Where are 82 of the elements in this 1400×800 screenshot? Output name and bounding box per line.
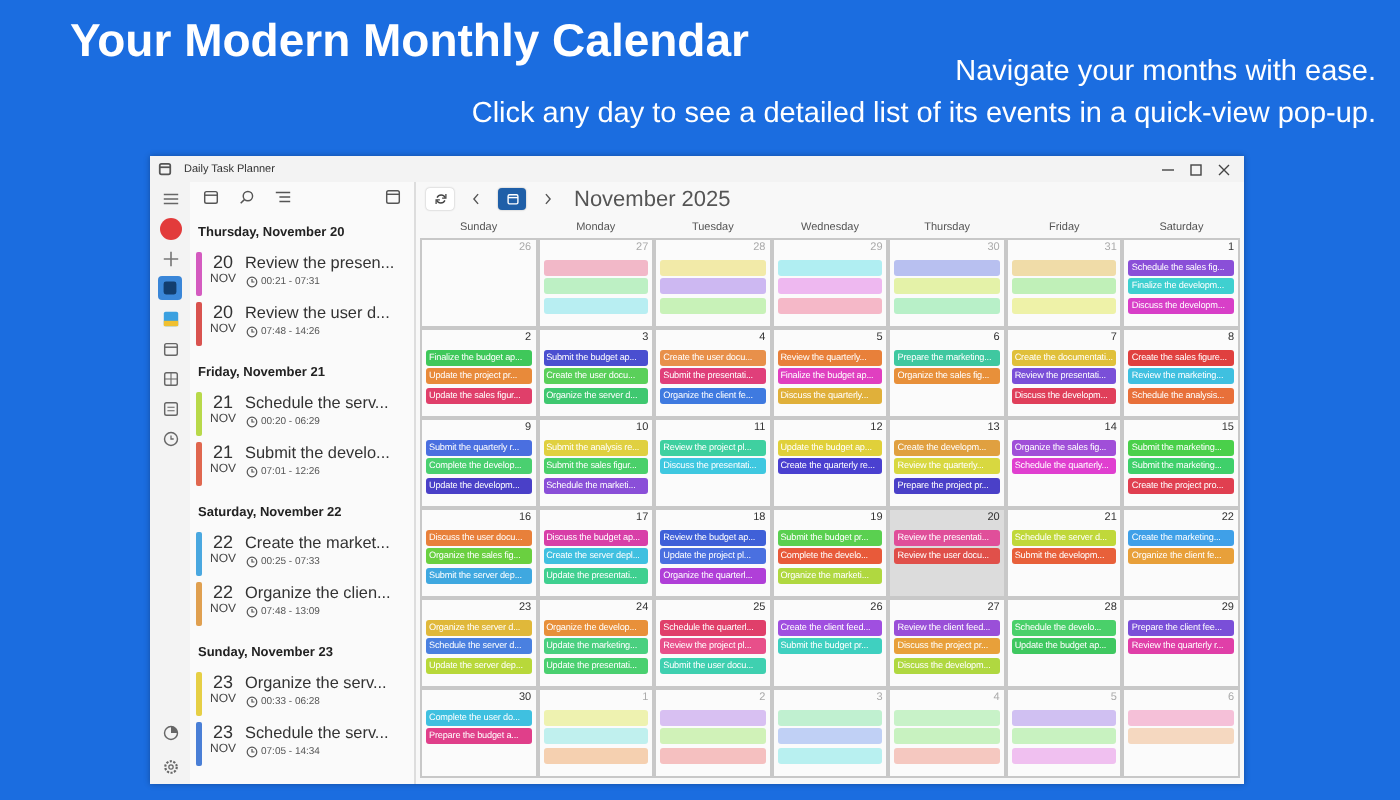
clock-icon [245,606,257,618]
event-chip[interactable] [1011,747,1117,763]
event-chip[interactable] [777,278,883,294]
chevron-right-icon [542,192,554,206]
refresh-button[interactable] [426,188,454,210]
event-chip[interactable] [543,278,649,294]
event-chip[interactable] [660,278,766,294]
day-number: 20 [212,252,233,273]
chevron-left-icon [470,192,482,206]
event-chip[interactable] [660,709,766,725]
task-title: Organize the clien... [245,582,391,604]
clock-icon [245,466,257,478]
event-chip[interactable] [660,728,766,744]
task-title: Submit the develo... [245,442,390,464]
search-icon[interactable] [238,188,256,206]
day-number: 23 [212,672,233,693]
day-number: 21 [212,442,233,463]
event-chip[interactable] [1128,728,1234,744]
event-chip[interactable] [894,259,1000,275]
event-chip[interactable] [894,278,1000,294]
event-chip[interactable] [543,259,649,275]
event-chip[interactable] [1011,709,1117,725]
event-chip[interactable] [543,747,649,763]
event-chip[interactable] [1011,728,1117,744]
banner-text: Navigate your months with ease. [955,56,1376,88]
event-chip[interactable] [777,728,883,744]
day-number: 22 [212,532,233,553]
avatar[interactable] [158,216,182,240]
task-title: Review the user d... [245,302,390,324]
task-title: Schedule the serv... [245,392,389,414]
event-chip[interactable] [660,259,766,275]
event-chip[interactable] [894,728,1000,744]
settings-icon[interactable] [161,758,179,776]
day-number: 22 [212,582,233,603]
clock-icon [245,416,257,428]
event-chip[interactable] [777,709,883,725]
banner-text: Click any day to see a detailed list of its events in a quick-view pop-up. [471,98,1376,130]
day-number: 21 [212,392,233,413]
calendar-icon[interactable] [202,188,220,206]
clock-icon [245,556,257,568]
maximize-icon[interactable] [1188,161,1204,177]
nav-image-button[interactable] [158,306,182,330]
banner-title: Your Modern Monthly Calendar [70,14,749,68]
event-chip[interactable] [1011,259,1117,275]
task-title: Review the presen... [245,252,395,274]
event-chip[interactable] [1011,278,1117,294]
panel-icon[interactable] [384,188,402,206]
clock-icon [245,326,257,338]
event-chip[interactable] [894,747,1000,763]
calendar-icon [505,192,519,206]
event-chip[interactable] [777,297,883,313]
event-chip[interactable] [894,297,1000,313]
refresh-icon [433,192,447,206]
event-chip[interactable] [543,297,649,313]
day-number: 23 [212,722,233,743]
clock-icon [245,746,257,758]
nav-chart-button[interactable] [158,720,182,744]
day-number: 20 [212,302,233,323]
event-chip[interactable] [543,709,649,725]
event-chip[interactable] [777,747,883,763]
close-icon[interactable] [1216,161,1232,177]
event-chip[interactable] [894,709,1000,725]
nav-grid-button[interactable] [158,366,182,390]
clock-icon [245,696,257,708]
nav-add-button[interactable] [158,246,182,270]
nav-list-button[interactable] [158,396,182,420]
today-button[interactable] [498,188,526,210]
clock-icon [245,276,257,288]
task-title: Organize the serv... [245,672,387,694]
task-title: Schedule the serv... [245,722,389,744]
list-icon[interactable] [274,188,292,206]
month-title: November 2025 [574,187,731,211]
nav-tile-button[interactable] [158,276,182,300]
event-chip[interactable] [1011,297,1117,313]
event-chip[interactable] [660,747,766,763]
event-chip[interactable] [660,297,766,313]
task-title: Create the market... [245,532,390,554]
app-icon [158,162,172,176]
nav-clock-button[interactable] [158,426,182,450]
event-chip[interactable] [543,728,649,744]
event-chip[interactable] [777,259,883,275]
event-chip[interactable] [1128,709,1234,725]
